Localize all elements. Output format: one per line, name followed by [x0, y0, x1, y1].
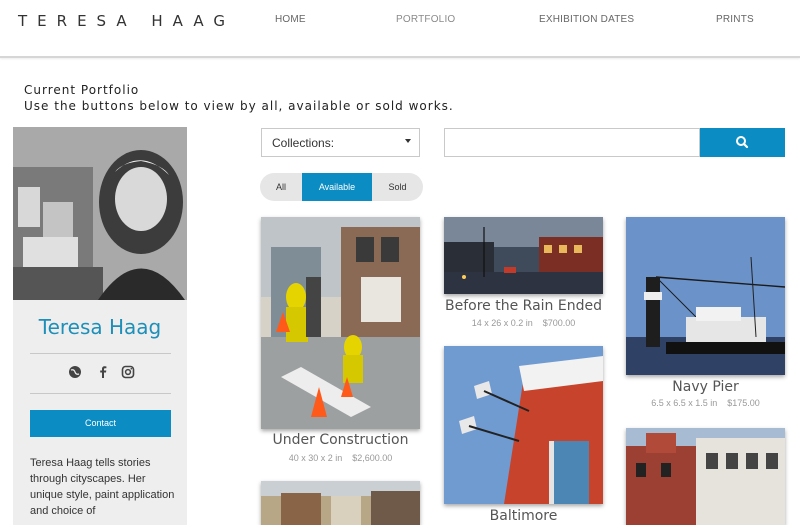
artwork-size: 6.5 x 6.5 x 1.5 in: [651, 398, 718, 408]
search-icon: [736, 136, 749, 149]
chevron-down-icon: [405, 139, 411, 143]
search-button[interactable]: [700, 128, 785, 157]
artwork-size: 14 x 26 x 0.2 in: [471, 318, 533, 328]
artwork-title[interactable]: Baltimore: [444, 508, 603, 524]
artist-name: Teresa Haag: [38, 315, 162, 339]
artwork-before-the-rain-ended-image[interactable]: [444, 217, 603, 294]
nav-portfolio[interactable]: PORTFOLIO: [396, 14, 455, 25]
artwork-meta: 6.5 x 6.5 x 1.5 in $175.00: [626, 398, 785, 408]
artwork-title[interactable]: Before the Rain Ended: [444, 298, 603, 314]
artwork-meta: 40 x 30 x 2 in $2,600.00: [261, 453, 420, 463]
filter-available-button[interactable]: Available: [302, 173, 372, 201]
contact-button[interactable]: Contact: [30, 410, 171, 437]
artwork-navy-pier-image[interactable]: [626, 217, 785, 375]
globe-icon[interactable]: [68, 365, 82, 379]
artwork-title[interactable]: Navy Pier: [626, 379, 785, 395]
collections-label: Collections:: [272, 136, 335, 150]
artwork-under-construction-image[interactable]: [261, 217, 420, 429]
facebook-icon[interactable]: [96, 365, 110, 379]
nav-prints[interactable]: PRINTS: [716, 14, 754, 25]
nav-home[interactable]: HOME: [275, 14, 306, 25]
instagram-icon[interactable]: [121, 365, 135, 379]
artist-bio: Teresa Haag tells stories through citysc…: [30, 457, 175, 517]
artist-sidebar: Teresa Haag Contact Teresa Haag tells st…: [13, 127, 187, 525]
filter-sold-button[interactable]: Sold: [372, 173, 423, 201]
artwork-price: $2,600.00: [352, 453, 393, 463]
artwork-price: $175.00: [727, 398, 760, 408]
artist-photo: [13, 127, 187, 300]
artwork-baltimore-image[interactable]: [444, 346, 603, 504]
artwork-image[interactable]: [261, 481, 420, 525]
divider: [30, 353, 171, 354]
search-input[interactable]: [444, 128, 700, 157]
site-logo[interactable]: TERESA HAAG: [18, 12, 235, 30]
artwork-size: 40 x 30 x 2 in: [288, 453, 343, 463]
filter-all-button[interactable]: All: [260, 173, 302, 201]
artwork-image[interactable]: [626, 428, 785, 525]
site-header: TERESA HAAG HOME PORTFOLIO EXHIBITION DA…: [0, 0, 800, 58]
divider: [30, 393, 171, 394]
page-subtitle: Use the buttons below to view by all, av…: [24, 99, 454, 113]
artwork-title[interactable]: Under Construction: [261, 432, 420, 448]
collections-dropdown[interactable]: Collections:: [261, 128, 420, 157]
artwork-price: $700.00: [542, 318, 576, 328]
artwork-meta: 14 x 26 x 0.2 in $700.00: [444, 318, 603, 328]
nav-exhibition-dates[interactable]: EXHIBITION DATES: [539, 14, 634, 25]
page-title: Current Portfolio: [24, 83, 140, 97]
